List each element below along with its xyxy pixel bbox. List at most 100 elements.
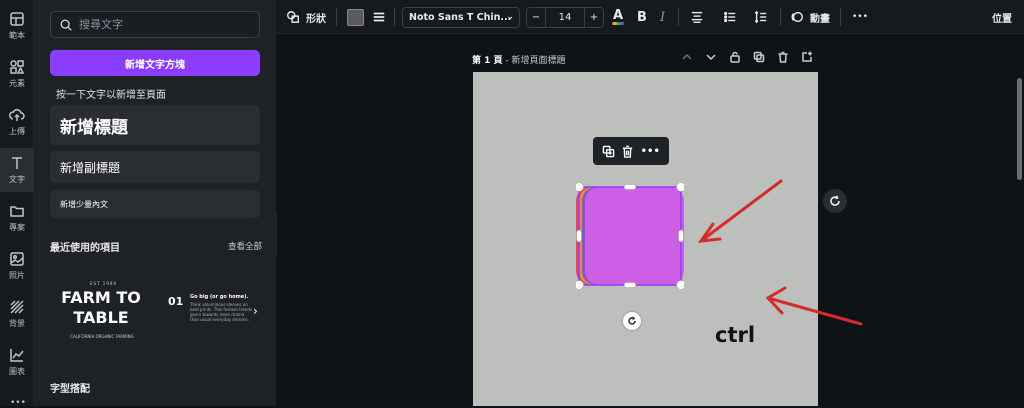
page-up-button[interactable]	[681, 51, 693, 66]
rail-label: 文字	[9, 175, 25, 184]
font-size-decrease-button[interactable]: −	[527, 8, 545, 27]
rotate-handle[interactable]	[623, 312, 641, 330]
trash-icon	[778, 51, 788, 63]
page-title-placeholder[interactable]: 新增頁面標題	[512, 56, 566, 66]
italic-button[interactable]: I	[660, 0, 665, 34]
resize-handle-left[interactable]	[576, 229, 582, 243]
font-family-select[interactable]: Noto Sans T Chin... ⌄	[402, 7, 520, 28]
chart-icon	[10, 349, 24, 362]
resize-handle-right[interactable]	[678, 229, 684, 243]
text-color-icon: A	[612, 7, 624, 23]
rail-item-background[interactable]: 背景	[0, 292, 34, 336]
text-color-button[interactable]: A	[612, 0, 624, 34]
side-rail: 範本 元素 上傳 文字 專案 照片 背景 圖表 •••	[0, 0, 34, 408]
template-icon	[10, 12, 24, 26]
rail-label: 照片	[9, 271, 25, 280]
add-heading-card[interactable]: 新增標題	[50, 105, 260, 145]
shape-icon	[287, 11, 299, 23]
font-pairing-title: 字型搭配	[50, 384, 90, 395]
rail-label: 專案	[9, 223, 25, 232]
rotate-icon	[628, 316, 636, 325]
align-center-icon	[691, 11, 703, 23]
font-size-value[interactable]: 14	[545, 8, 585, 27]
list-button[interactable]	[723, 0, 737, 34]
see-all-link[interactable]: 查看全部	[228, 240, 262, 252]
rail-item-elements[interactable]: 元素	[0, 52, 34, 96]
photo-icon	[10, 252, 24, 266]
rail-item-templates[interactable]: 範本	[0, 4, 34, 48]
add-page-icon	[802, 51, 812, 62]
trash-icon[interactable]	[621, 145, 634, 158]
rail-item-text[interactable]: 文字	[0, 148, 34, 192]
line-spacing-icon	[754, 10, 767, 24]
add-text-hint: 按一下文字以新增至頁面	[56, 90, 166, 101]
resize-handle-top-right[interactable]	[676, 183, 685, 192]
font-size-increase-button[interactable]: +	[585, 8, 603, 27]
page-label[interactable]: 第 1 頁 - 新增頁面標題	[472, 53, 566, 66]
selected-rounded-square	[585, 187, 684, 285]
search-icon	[60, 18, 72, 31]
recent-template-card[interactable]: EST 1999 FARM TO TABLE CALIFORNIA ORGANI…	[50, 262, 260, 348]
animate-button[interactable]: 動畫	[790, 0, 830, 34]
text-icon	[12, 157, 22, 169]
resize-handle-top[interactable]	[623, 184, 637, 190]
text-panel: 新增文字方塊 按一下文字以新增至頁面 新增標題 新增副標題 新增少量內文 最近使…	[34, 0, 276, 406]
recent-items-title: 最近使用的項目	[50, 243, 120, 254]
rail-label: 上傳	[9, 127, 25, 136]
duplicate-page-button[interactable]	[753, 51, 765, 66]
search-box[interactable]	[50, 11, 260, 38]
element-context-menu: •••	[593, 137, 669, 165]
ctrl-annotation: ctrl	[715, 323, 756, 347]
chevron-right-icon[interactable]: ›	[253, 304, 258, 318]
border-style-button[interactable]	[372, 0, 386, 34]
rail-item-photos[interactable]: 照片	[0, 244, 34, 288]
resize-handle-bottom[interactable]	[623, 282, 637, 288]
search-input[interactable]	[79, 18, 249, 31]
text-align-button[interactable]	[690, 0, 704, 34]
template-heading: Go big (or go home).	[190, 294, 249, 300]
bold-button[interactable]: B	[637, 0, 647, 34]
divider	[394, 8, 395, 26]
resize-handle-top-left[interactable]	[576, 183, 584, 192]
fill-swatch	[347, 8, 364, 26]
refresh-icon	[830, 195, 840, 206]
shape-label: 形狀	[306, 13, 326, 25]
font-size-stepper[interactable]: − 14 +	[526, 7, 604, 28]
more-options-button[interactable]: •••	[852, 0, 868, 34]
resize-handle-bottom-right[interactable]	[676, 280, 685, 290]
template-title: FARM TO TABLE	[61, 288, 141, 327]
add-subheading-card[interactable]: 新增副標題	[50, 151, 260, 183]
rail-label: 背景	[9, 319, 25, 328]
rail-item-upload[interactable]: 上傳	[0, 100, 34, 144]
spacing-button[interactable]	[754, 0, 768, 34]
rail-item-charts[interactable]: 圖表	[0, 340, 34, 384]
fill-color-swatch[interactable]	[347, 0, 364, 34]
chevron-down-icon	[706, 54, 716, 61]
animate-icon	[791, 11, 803, 23]
editor-toolbar: 形狀 Noto Sans T Chin... ⌄ − 14 + A B I 動畫…	[276, 0, 1024, 34]
divider	[678, 8, 679, 26]
duplicate-icon[interactable]	[602, 145, 615, 158]
selected-shape-group[interactable]	[576, 183, 684, 289]
animate-label: 動畫	[810, 13, 830, 25]
add-page-button[interactable]	[801, 51, 813, 66]
more-dots-icon[interactable]: •••	[10, 398, 26, 408]
background-icon	[10, 300, 24, 314]
rail-label: 元素	[9, 79, 25, 88]
more-options-icon[interactable]: •••	[641, 146, 660, 157]
rail-label: 圖表	[9, 367, 25, 376]
lock-page-button[interactable]	[729, 51, 741, 66]
position-button[interactable]: 位置	[992, 0, 1012, 34]
resize-handle-bottom-left[interactable]	[576, 280, 584, 290]
side-refresh-button[interactable]	[823, 189, 847, 213]
add-body-text-card[interactable]: 新增少量內文	[50, 190, 260, 218]
template-number: 01	[168, 295, 184, 308]
add-text-box-button[interactable]: 新增文字方塊	[50, 50, 260, 76]
divider	[336, 8, 337, 26]
rail-item-projects[interactable]: 專案	[0, 196, 34, 240]
design-page[interactable]: ••• ctrl	[473, 72, 818, 406]
page-down-button[interactable]	[705, 51, 717, 66]
shape-button[interactable]: 形狀	[286, 0, 326, 34]
delete-page-button[interactable]	[777, 51, 789, 66]
vertical-scrollbar[interactable]	[1017, 78, 1022, 180]
